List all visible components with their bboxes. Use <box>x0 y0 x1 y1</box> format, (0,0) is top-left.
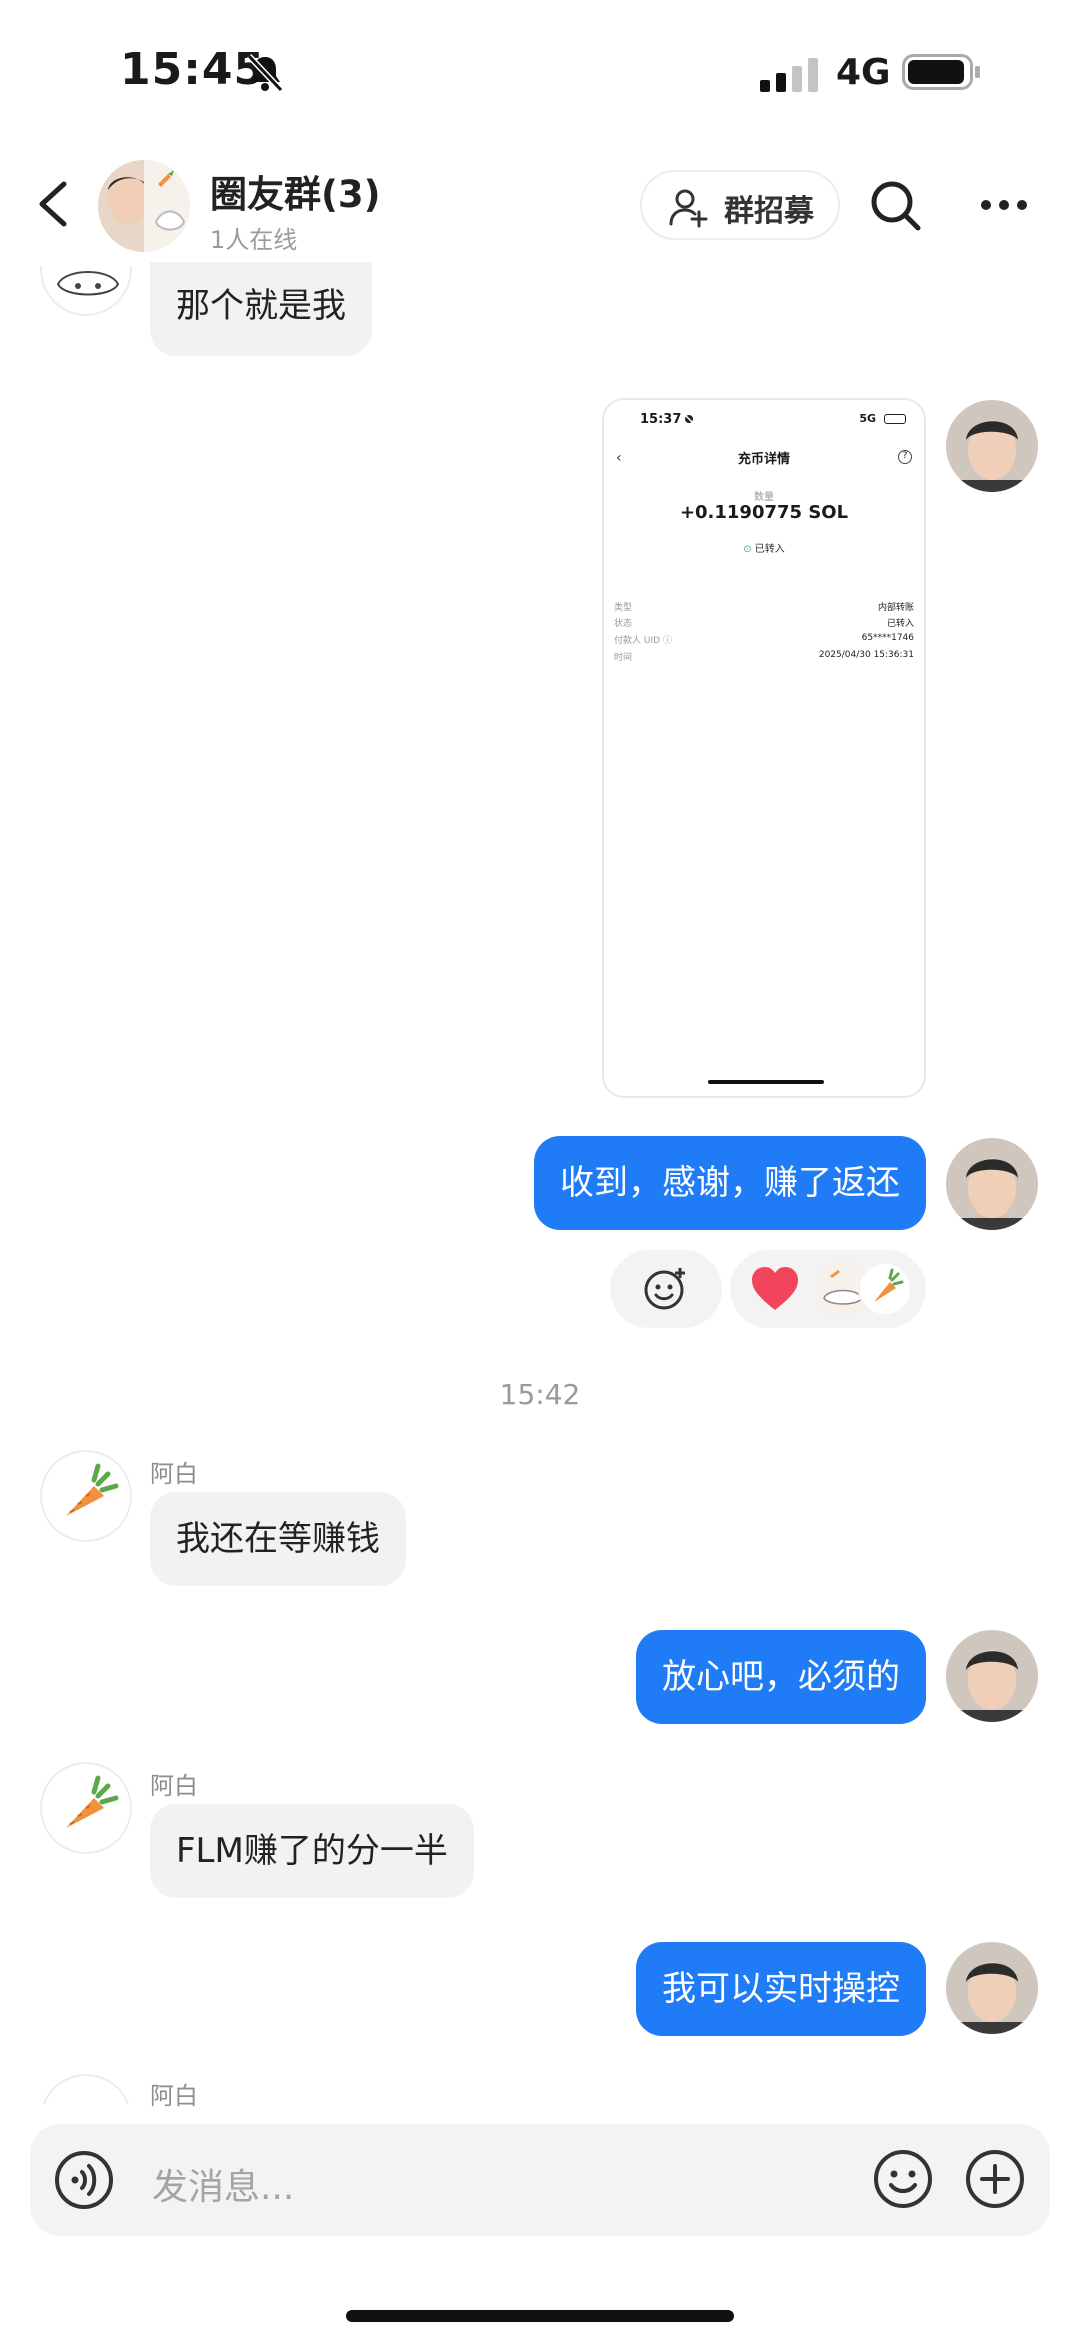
avatar <box>858 1262 912 1316</box>
shot-row: 类型 内部转账 <box>614 600 914 613</box>
group-title[interactable]: 圈友群(3) <box>210 164 381 218</box>
network-type: 4G <box>836 52 891 93</box>
shot-amount: +0.1190775 SOL <box>679 502 849 523</box>
back-icon[interactable] <box>30 176 80 232</box>
shot-title: 充币详情 <box>737 452 790 467</box>
add-reaction-button[interactable] <box>610 1250 722 1328</box>
shot-status: ⊙ 已转入 <box>604 540 924 555</box>
bell-muted-icon <box>246 53 284 93</box>
message-timestamp: 15:42 <box>499 1378 581 1411</box>
bell-muted-icon <box>684 414 694 424</box>
shot-row-label: 类型 <box>614 603 633 613</box>
shot-row-value: 65****1746 <box>861 633 914 643</box>
message-input-bar: 发消息... <box>30 2124 1050 2236</box>
shot-row: 状态 已转入 <box>614 616 914 629</box>
shot-row-label: 付款人 UID ⓘ <box>614 636 672 646</box>
sender-name: 阿白 <box>150 1772 198 1800</box>
message-bubble[interactable]: 放心吧，必须的 <box>636 1630 926 1724</box>
avatar[interactable] <box>946 1630 1038 1722</box>
shot-row: 付款人 UID ⓘ 65****1746 <box>614 633 914 646</box>
search-icon[interactable] <box>868 178 924 234</box>
group-avatar[interactable] <box>98 160 190 252</box>
avatar[interactable] <box>946 1942 1038 2034</box>
home-indicator <box>708 1080 824 1084</box>
help-icon: ? <box>898 450 912 464</box>
check-circle-icon: ⊙ <box>743 544 752 555</box>
carrot-icon <box>874 1268 904 1302</box>
sender-name: 阿白 <box>150 1460 198 1488</box>
message-bubble[interactable]: 我可以实时操控 <box>636 1942 926 2036</box>
shot-row-label: 时间 <box>614 653 633 663</box>
group-recruit-label: 群招募 <box>724 194 814 229</box>
sender-name: 阿白 <box>150 2082 198 2110</box>
emoji-icon[interactable] <box>872 2148 934 2210</box>
shot-row-label: 状态 <box>614 619 633 629</box>
message-bubble[interactable]: 那个就是我 <box>150 262 372 356</box>
shot-network: 5G <box>859 412 876 425</box>
more-icon[interactable] <box>980 198 1028 212</box>
home-indicator <box>346 2310 734 2322</box>
avatar[interactable] <box>40 2074 132 2104</box>
voice-icon[interactable] <box>54 2150 114 2210</box>
reaction-summary[interactable] <box>730 1250 926 1328</box>
shot-quantity-label: 数量 <box>754 492 774 503</box>
heart-icon <box>752 1267 798 1310</box>
battery-icon <box>884 414 906 424</box>
avatar[interactable] <box>40 1762 132 1854</box>
shot-status-text: 已转入 <box>754 544 785 555</box>
shot-row-value: 2025/04/30 15:36:31 <box>818 650 914 660</box>
carrot-icon <box>66 1775 119 1828</box>
shot-status-time: 15:37 <box>640 412 682 427</box>
carrot-icon <box>66 1463 119 1516</box>
avatar[interactable] <box>946 400 1038 492</box>
online-count: 1人在线 <box>210 226 298 254</box>
shared-image[interactable]: 15:37 5G ‹ 充币详情 ? 数量 +0.1190775 SOL ⊙ 已转… <box>602 398 926 1098</box>
avatar[interactable] <box>946 1138 1038 1230</box>
shot-row-value: 已转入 <box>886 619 914 629</box>
shot-row-value: 内部转账 <box>877 603 914 613</box>
message-input[interactable]: 发消息... <box>152 2158 294 2210</box>
add-user-icon <box>669 189 708 228</box>
avatar[interactable] <box>40 1450 132 1542</box>
shot-row: 时间 2025/04/30 15:36:31 <box>614 650 914 663</box>
message-bubble[interactable]: FLM赚了的分一半 <box>150 1804 474 1898</box>
group-recruit-button[interactable]: 群招募 <box>640 170 840 240</box>
battery-icon <box>902 54 980 90</box>
message-bubble[interactable]: 收到，感谢，赚了返还 <box>534 1136 926 1230</box>
smile-plus-icon <box>644 1268 685 1310</box>
plus-icon[interactable] <box>964 2148 1026 2210</box>
message-bubble[interactable]: 我还在等赚钱 <box>150 1492 406 1586</box>
signal-icon <box>760 58 818 92</box>
